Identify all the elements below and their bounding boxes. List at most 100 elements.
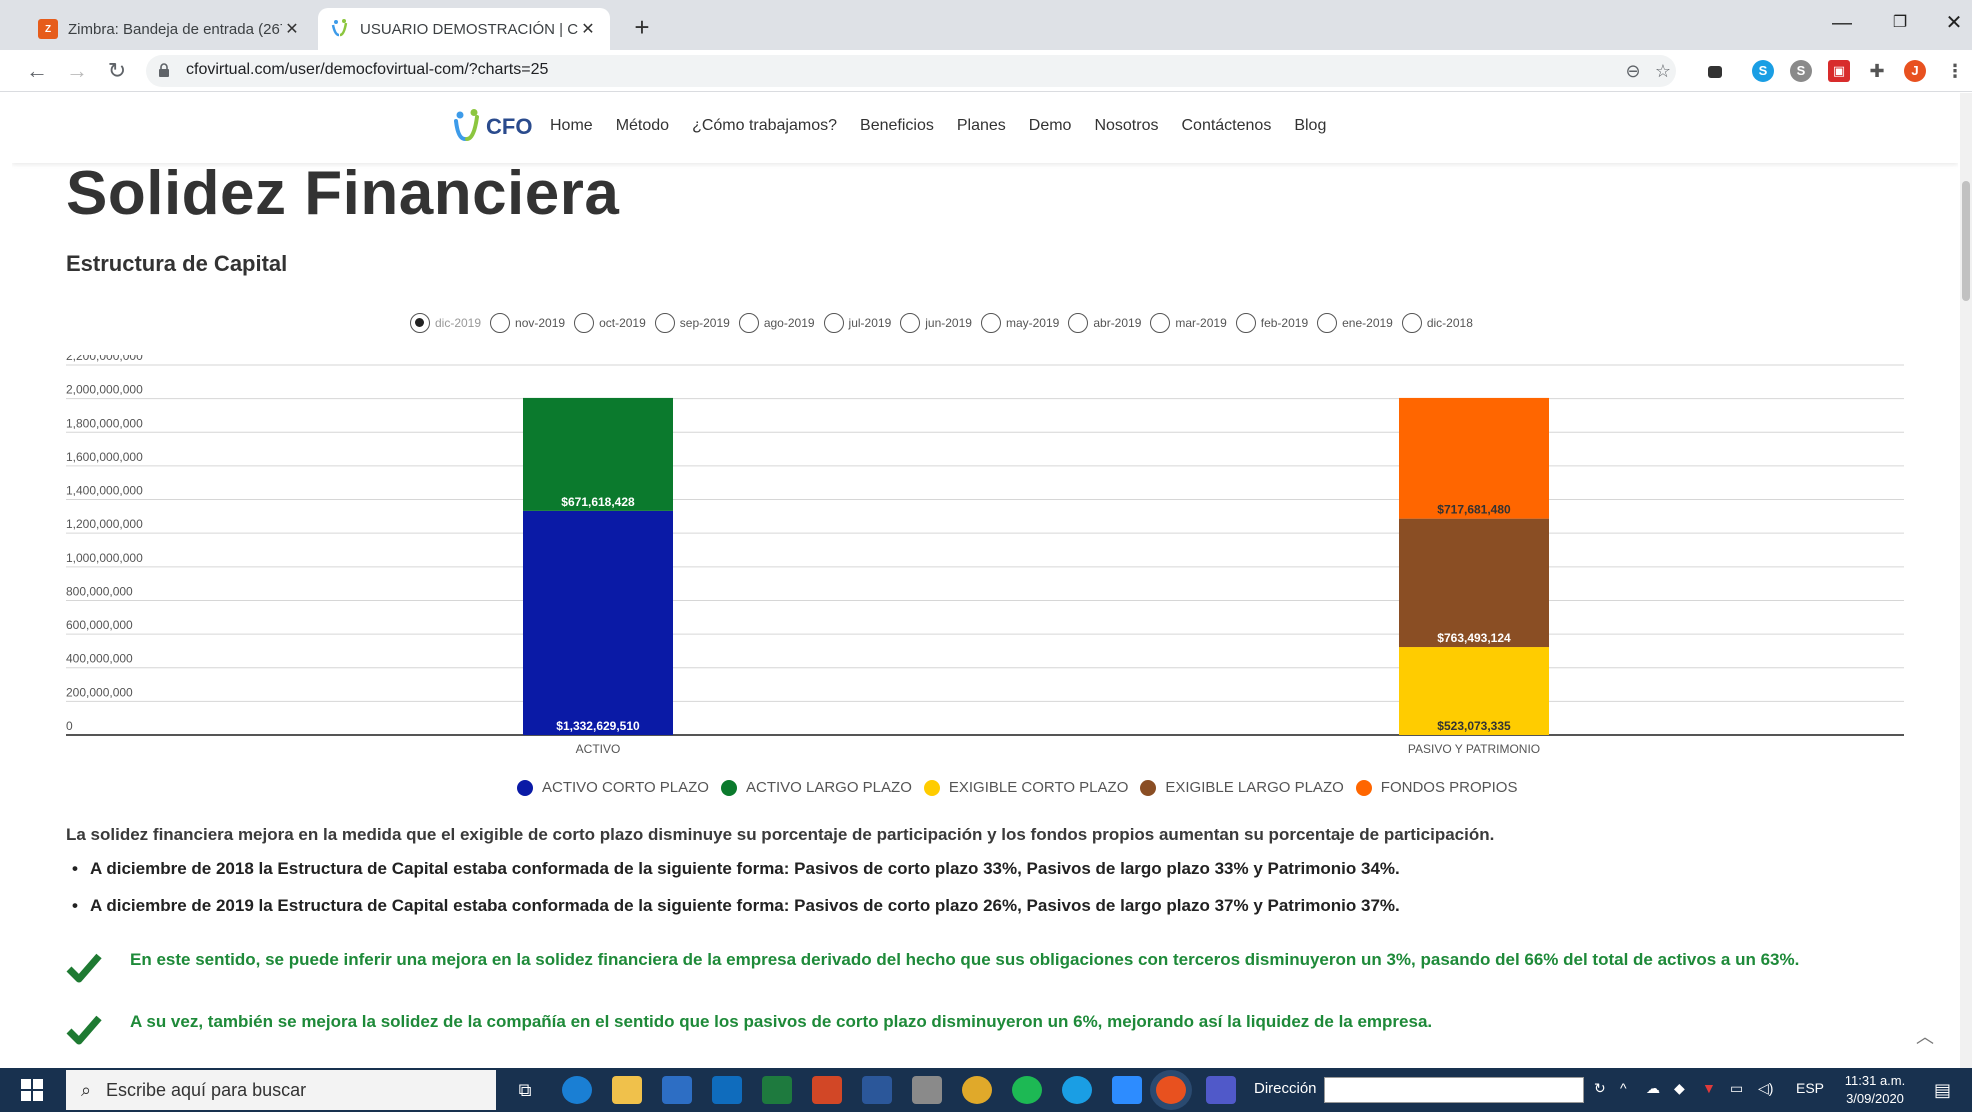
- nav-home[interactable]: Home: [550, 117, 593, 135]
- radio-circle[interactable]: [1235, 313, 1256, 333]
- legend-item[interactable]: EXIGIBLE CORTO PLAZO: [923, 779, 1128, 796]
- legend-item[interactable]: ACTIVO CORTO PLAZO: [517, 779, 709, 796]
- legend-item[interactable]: ACTIVO LARGO PLAZO: [720, 779, 912, 796]
- forward-icon[interactable]: →: [62, 56, 92, 86]
- page-scrollbar[interactable]: [1960, 93, 1972, 1068]
- language-indicator[interactable]: ESP: [1796, 1080, 1824, 1096]
- zoom-icon[interactable]: ⊖: [1622, 60, 1644, 82]
- period-radio-nov-2019[interactable]: nov-2019: [490, 313, 565, 333]
- taskbar-clock[interactable]: 11:31 a.m. 3/09/2020: [1840, 1072, 1910, 1108]
- radio-label: jun-2019: [925, 316, 972, 330]
- radio-circle[interactable]: [738, 313, 759, 333]
- bookmark-star-icon[interactable]: ☆: [1652, 60, 1674, 82]
- scroll-up-icon[interactable]: ︿: [1916, 1023, 1934, 1049]
- search-icon: ⌕: [80, 1079, 92, 1100]
- radio-circle[interactable]: [1150, 313, 1171, 333]
- period-radio-ene-2019[interactable]: ene-2019: [1317, 313, 1393, 333]
- conclusion-item: En este sentido, se puede inferir una me…: [66, 951, 1940, 985]
- radio-circle[interactable]: [1401, 313, 1422, 333]
- site-menu: Home Método ¿Cómo trabajamos? Beneficios…: [550, 117, 1349, 135]
- skype-icon[interactable]: S: [1752, 60, 1774, 82]
- data-label: $523,073,335: [1437, 719, 1511, 733]
- nav-como-trabajamos[interactable]: ¿Cómo trabajamos?: [692, 117, 837, 135]
- minimize-button[interactable]: —: [1812, 6, 1872, 40]
- site-logo[interactable]: CFO: [452, 107, 532, 147]
- close-icon[interactable]: ✕: [578, 19, 598, 39]
- extensions-puzzle-icon[interactable]: ✚: [1866, 60, 1888, 82]
- edge-icon[interactable]: [562, 1076, 592, 1104]
- skype-alt-icon[interactable]: S: [1790, 60, 1812, 82]
- radio-circle[interactable]: [654, 313, 675, 333]
- period-radio-oct-2019[interactable]: oct-2019: [574, 313, 646, 333]
- windows-start-icon[interactable]: [20, 1078, 44, 1102]
- nav-metodo[interactable]: Método: [616, 117, 669, 135]
- legend-item[interactable]: EXIGIBLE LARGO PLAZO: [1140, 779, 1344, 796]
- address-bar[interactable]: cfovirtual.com/user/democfovirtual-com/?…: [146, 55, 1676, 87]
- nav-planes[interactable]: Planes: [957, 117, 1006, 135]
- tab-cfo[interactable]: USUARIO DEMOSTRACIÓN | CFO ✕: [318, 8, 610, 50]
- radio-circle[interactable]: [980, 313, 1001, 333]
- powerpoint-icon[interactable]: [812, 1076, 842, 1104]
- excel-icon[interactable]: [762, 1076, 792, 1104]
- nav-beneficios[interactable]: Beneficios: [860, 117, 934, 135]
- period-radio-abr-2019[interactable]: abr-2019: [1068, 313, 1141, 333]
- taskbar-search[interactable]: ⌕ Escribe aquí para buscar: [66, 1070, 496, 1110]
- nav-demo[interactable]: Demo: [1029, 117, 1072, 135]
- reload-icon[interactable]: ↻: [102, 56, 132, 86]
- period-radio-mar-2019[interactable]: mar-2019: [1150, 313, 1227, 333]
- security-icon[interactable]: ▼: [1702, 1080, 1716, 1096]
- file-explorer-icon[interactable]: [612, 1076, 642, 1104]
- nav-nosotros[interactable]: Nosotros: [1094, 117, 1158, 135]
- radio-circle[interactable]: [574, 313, 595, 333]
- network-icon[interactable]: ▭: [1730, 1080, 1743, 1097]
- notifications-icon[interactable]: ▤: [1934, 1080, 1951, 1101]
- nav-blog[interactable]: Blog: [1294, 117, 1326, 135]
- word-icon[interactable]: [862, 1076, 892, 1104]
- zoom-app-icon[interactable]: [1112, 1076, 1142, 1104]
- chrome-profile-icon[interactable]: [1156, 1076, 1186, 1104]
- dropbox-icon[interactable]: ◆: [1674, 1080, 1685, 1097]
- nav-contactenos[interactable]: Contáctenos: [1181, 117, 1271, 135]
- close-icon[interactable]: ✕: [282, 19, 302, 39]
- outlook-icon[interactable]: [712, 1076, 742, 1104]
- restore-button[interactable]: ❐: [1870, 6, 1930, 40]
- cloud-icon[interactable]: ☁: [1646, 1080, 1660, 1097]
- address-toolbar-input[interactable]: [1324, 1077, 1584, 1103]
- period-radio-may-2019[interactable]: may-2019: [980, 313, 1059, 333]
- back-icon[interactable]: ←: [22, 56, 52, 86]
- tab-zimbra[interactable]: Z Zimbra: Bandeja de entrada (267 ✕: [26, 8, 314, 50]
- radio-circle[interactable]: [823, 313, 844, 333]
- period-radio-dic-2018[interactable]: dic-2018: [1401, 313, 1473, 333]
- period-radio-sep-2019[interactable]: sep-2019: [654, 313, 730, 333]
- profile-avatar[interactable]: J: [1904, 60, 1926, 82]
- refresh-icon[interactable]: ↻: [1594, 1080, 1606, 1097]
- radio-circle[interactable]: [900, 313, 921, 333]
- radio-circle[interactable]: [1068, 313, 1089, 333]
- store-icon[interactable]: [662, 1076, 692, 1104]
- extension-icon[interactable]: [1708, 66, 1722, 78]
- period-radio-dic-2019[interactable]: dic-2019: [410, 313, 481, 333]
- tray-chevron-icon[interactable]: ^: [1620, 1080, 1627, 1096]
- chrome-icon[interactable]: [962, 1076, 992, 1104]
- legend-item[interactable]: FONDOS PROPIOS: [1355, 779, 1517, 796]
- task-view-icon[interactable]: ⧉: [510, 1076, 540, 1104]
- teams-icon[interactable]: [1206, 1076, 1236, 1104]
- skype-taskbar-icon[interactable]: [1062, 1076, 1092, 1104]
- calculator-icon[interactable]: [912, 1076, 942, 1104]
- spotify-icon[interactable]: [1012, 1076, 1042, 1104]
- period-radio-jul-2019[interactable]: jul-2019: [823, 313, 891, 333]
- volume-icon[interactable]: ◁): [1758, 1080, 1773, 1097]
- period-radio-feb-2019[interactable]: feb-2019: [1235, 313, 1308, 333]
- scrollbar-thumb[interactable]: [1962, 181, 1970, 301]
- extension-shield-icon[interactable]: ▣: [1828, 60, 1850, 82]
- radio-circle[interactable]: [1317, 313, 1338, 333]
- period-radio-ago-2019[interactable]: ago-2019: [738, 313, 815, 333]
- menu-dots-icon[interactable]: ⋮: [1944, 60, 1966, 82]
- radio-circle[interactable]: [490, 313, 511, 333]
- radio-circle[interactable]: [410, 313, 430, 333]
- section-subtitle: Estructura de Capital: [66, 251, 288, 276]
- period-radio-jun-2019[interactable]: jun-2019: [900, 313, 972, 333]
- new-tab-button[interactable]: +: [626, 12, 658, 44]
- radio-label: sep-2019: [679, 316, 730, 330]
- close-window-button[interactable]: ✕: [1924, 6, 1972, 40]
